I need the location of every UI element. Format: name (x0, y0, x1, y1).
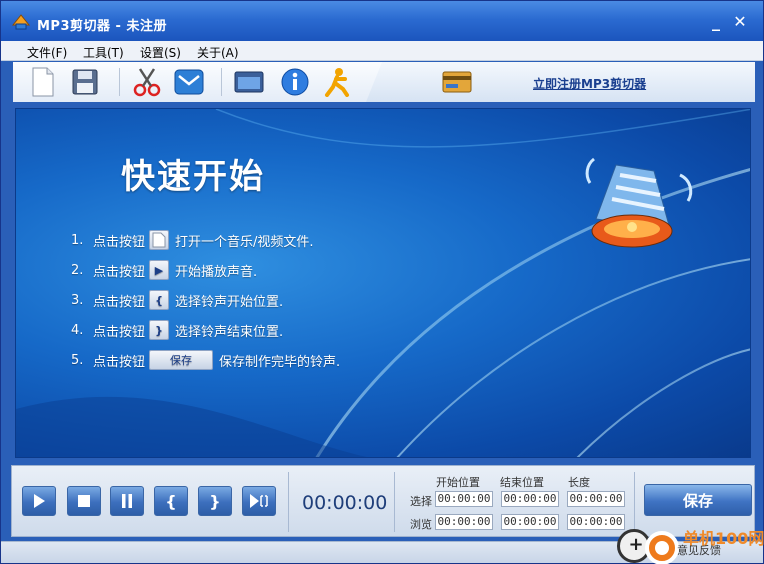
window-icon[interactable] (233, 66, 265, 98)
quick-start-title: 快速开始 (121, 157, 265, 197)
step-number: 5. (71, 352, 84, 368)
step-prefix: 点击按钮 (93, 324, 146, 340)
step-text: 选择铃声开始位置. (175, 294, 284, 310)
menu-about[interactable]: 关于(A) (197, 44, 239, 61)
step-3: 3. 点击按钮 { 选择铃声开始位置. (71, 289, 283, 311)
credit-card-icon (441, 66, 473, 98)
save-button[interactable]: 保存 (644, 484, 752, 516)
step-text: 选择铃声结束位置. (175, 324, 284, 340)
menu-file[interactable]: 文件(F) (27, 44, 67, 61)
toolbar: 立即注册MP3剪切器 (13, 62, 755, 102)
app-window: MP3剪切器 - 未注册 _ ✕ 文件(F) 工具(T) 设置(S) 关于(A) (0, 0, 764, 564)
step-prefix: 点击按钮 (93, 264, 146, 280)
play-icon (34, 494, 45, 508)
register-link[interactable]: 立即注册MP3剪切器 (533, 75, 646, 92)
set-end-button[interactable]: } (198, 486, 232, 516)
step-1: 1. 点击按钮 打开一个音乐/视频文件. (71, 229, 314, 251)
title-bar[interactable]: MP3剪切器 - 未注册 _ ✕ (1, 1, 763, 41)
quick-start-panel: 快速开始 1. 点击按钮 打开一个音乐/视频文件. 2. 点击按钮 ▶ 开始播放… (15, 108, 751, 458)
end-position-header: 结束位置 (500, 476, 544, 489)
step-text: 开始播放声音. (175, 264, 258, 280)
feedback-link[interactable]: 意见反馈 (677, 542, 721, 558)
start-bracket-mini-icon: { (149, 290, 170, 310)
info-icon[interactable] (279, 66, 311, 98)
selection-start-field[interactable]: 00:00:00 (435, 491, 493, 507)
play-button[interactable] (22, 486, 56, 516)
step-4: 4. 点击按钮 } 选择铃声结束位置. (71, 319, 283, 341)
step-number: 4. (71, 322, 84, 338)
browse-end-field[interactable]: 00:00:00 (501, 514, 559, 530)
set-start-button[interactable]: { (154, 486, 188, 516)
step-prefix: 点击按钮 (93, 234, 146, 250)
stop-button[interactable] (67, 486, 101, 516)
menu-settings[interactable]: 设置(S) (140, 44, 181, 61)
step-number: 1. (71, 232, 84, 248)
bell-icon (585, 157, 693, 248)
play-selection-button[interactable] (242, 486, 276, 516)
plus-icon: + (628, 534, 644, 555)
selection-end-field[interactable]: 00:00:00 (501, 491, 559, 507)
stop-icon (78, 495, 90, 507)
step-5: 5. 点击按钮 保存 保存制作完毕的铃声. (71, 349, 340, 371)
new-file-icon[interactable] (27, 66, 59, 98)
time-display: 00:00:00 (302, 492, 388, 514)
close-button[interactable]: ✕ (733, 14, 747, 30)
scissors-icon[interactable] (131, 66, 163, 98)
pause-button[interactable] (110, 486, 144, 516)
selection-length-field[interactable]: 00:00:00 (567, 491, 625, 507)
start-bracket-icon: { (165, 491, 177, 511)
end-bracket-icon: } (209, 491, 221, 511)
minimize-button[interactable]: _ (709, 14, 723, 30)
menu-bar: 文件(F) 工具(T) 设置(S) 关于(A) (1, 41, 763, 61)
app-logo-icon (11, 14, 31, 30)
watermark: + 单机100网 意见反馈 (617, 521, 764, 564)
runner-icon[interactable] (321, 66, 353, 98)
browse-start-field[interactable]: 00:00:00 (435, 514, 493, 530)
open-file-mini-icon (149, 230, 170, 250)
pause-icon (122, 494, 132, 508)
step-text: 保存制作完毕的铃声. (219, 354, 341, 370)
step-2: 2. 点击按钮 ▶ 开始播放声音. (71, 259, 257, 281)
mail-icon[interactable] (173, 66, 205, 98)
play-mini-icon: ▶ (149, 260, 170, 280)
step-number: 2. (71, 262, 84, 278)
step-prefix: 点击按钮 (93, 294, 146, 310)
start-position-header: 开始位置 (436, 476, 480, 489)
browse-label: 浏览 (410, 518, 432, 531)
step-number: 3. (71, 292, 84, 308)
watermark-dot (655, 541, 669, 555)
step-prefix: 点击按钮 (93, 354, 146, 370)
save-mini-button: 保存 (149, 350, 214, 370)
end-bracket-mini-icon: } (149, 320, 170, 340)
play-selection-icon (250, 494, 268, 508)
selection-label: 选择 (410, 495, 432, 508)
length-header: 长度 (568, 476, 590, 489)
window-title: MP3剪切器 - 未注册 (37, 19, 167, 34)
menu-tools[interactable]: 工具(T) (83, 44, 124, 61)
save-disk-icon[interactable] (69, 66, 101, 98)
step-text: 打开一个音乐/视频文件. (175, 234, 314, 250)
